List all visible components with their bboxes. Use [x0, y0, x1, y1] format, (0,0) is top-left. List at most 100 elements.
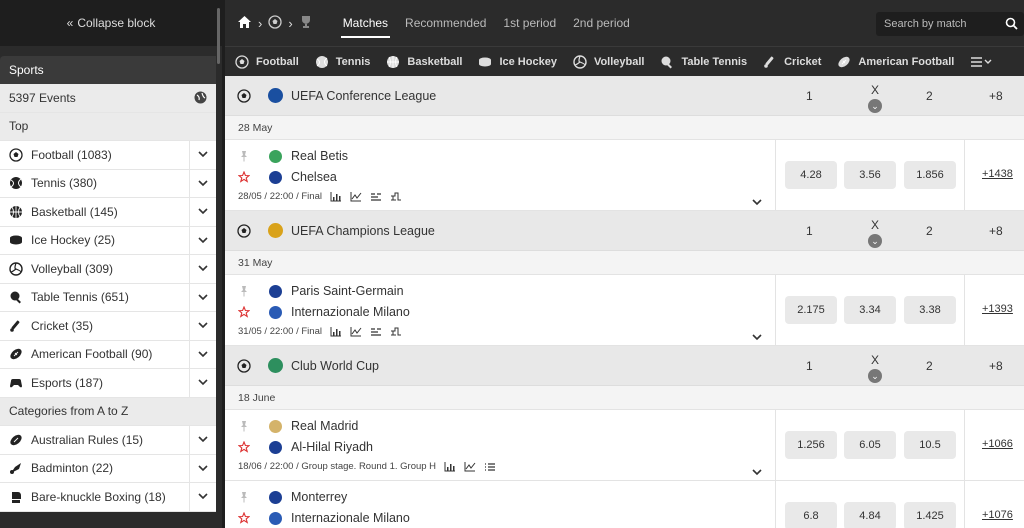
favorite-star-icon[interactable] [237, 440, 251, 456]
more-sports-menu-icon[interactable] [970, 56, 992, 68]
stats-chart-icon[interactable] [330, 326, 342, 337]
favorite-star-icon[interactable] [237, 170, 251, 186]
odds-button-2[interactable]: 1.856 [904, 161, 956, 189]
stats-chart-icon[interactable] [444, 461, 456, 472]
sidebar-item-basketball[interactable]: Basketball (145) [0, 198, 216, 227]
collapse-block-button[interactable]: « Collapse block [0, 0, 222, 46]
pin-icon[interactable] [238, 285, 250, 300]
list-icon[interactable] [484, 462, 496, 472]
tab-2nd-period[interactable]: 2nd period [573, 0, 630, 46]
sport-filter-ice-hockey[interactable]: Ice Hockey [478, 55, 557, 69]
trophy-icon[interactable] [299, 15, 313, 32]
league-logo-icon [268, 88, 283, 103]
chevron-down-icon[interactable] [189, 454, 216, 482]
sidebar-item-boxing[interactable]: Bare-knuckle Boxing (18) [0, 483, 216, 512]
more-markets-count[interactable]: +8 [989, 89, 1003, 103]
match-row[interactable]: Real Betis Chelsea 28/05 / 22:00 / Final 4.… [225, 140, 1024, 211]
odds-button-x[interactable]: 3.56 [844, 161, 896, 189]
chevron-down-icon[interactable]: ⌄ [868, 99, 882, 113]
sport-filter-football[interactable]: Football [235, 54, 299, 69]
chevron-down-icon[interactable]: ⌄ [868, 369, 882, 383]
chevron-down-icon[interactable] [189, 340, 216, 368]
chevron-down-icon[interactable] [189, 426, 216, 454]
odds-button-x[interactable]: 3.34 [844, 296, 896, 324]
favorite-star-icon[interactable] [237, 305, 251, 321]
home-icon[interactable] [237, 15, 252, 32]
chevron-down-icon[interactable] [752, 465, 762, 479]
bracket-icon[interactable] [390, 192, 402, 202]
sport-filter-american-football[interactable]: American Football [837, 55, 954, 69]
more-markets-link[interactable]: +1076 [982, 509, 1013, 521]
line-chart-icon[interactable] [350, 191, 362, 202]
sidebar-item-label: Table Tennis (651) [31, 290, 129, 305]
odds-button-2[interactable]: 3.38 [904, 296, 956, 324]
sidebar-item-volleyball[interactable]: Volleyball (309) [0, 255, 216, 284]
league-header[interactable]: UEFA Champions League 1 X ⌄ 2 +8 [225, 211, 1024, 251]
league-header[interactable]: Club World Cup 1 X ⌄ 2 +8 [225, 346, 1024, 386]
odds-button-2[interactable]: 10.5 [904, 431, 956, 459]
sport-filter-tennis[interactable]: Tennis [315, 55, 370, 69]
sidebar-item-badminton[interactable]: Badminton (22) [0, 454, 216, 483]
chevron-down-icon[interactable] [752, 195, 762, 209]
sidebar-scrollbar[interactable] [217, 8, 220, 64]
football-icon[interactable] [268, 14, 282, 32]
chevron-down-icon[interactable] [189, 283, 216, 311]
sidebar-item-football[interactable]: Football (1083) [0, 141, 216, 170]
table-icon[interactable] [370, 192, 382, 202]
odds-button-1[interactable]: 6.8 [785, 502, 837, 528]
chevron-down-icon[interactable] [189, 141, 216, 169]
football-icon [237, 359, 251, 376]
odds-button-2[interactable]: 1.425 [904, 502, 956, 528]
chevron-down-icon[interactable] [189, 255, 216, 283]
odds-button-x[interactable]: 6.05 [844, 431, 896, 459]
match-row[interactable]: Paris Saint-Germain Internazionale Milano… [225, 275, 1024, 346]
globe-icon[interactable] [194, 91, 207, 107]
sport-filter-cricket[interactable]: Cricket [763, 55, 821, 69]
pin-icon[interactable] [238, 491, 250, 506]
table-icon[interactable] [370, 327, 382, 337]
search-icon[interactable] [1005, 17, 1018, 33]
sidebar-item-ice-hockey[interactable]: Ice Hockey (25) [0, 226, 216, 255]
tab-1st-period[interactable]: 1st period [503, 0, 556, 46]
sidebar-item-table-tennis[interactable]: Table Tennis (651) [0, 283, 216, 312]
league-header[interactable]: UEFA Conference League 1 X ⌄ 2 +8 [225, 76, 1024, 116]
sport-filter-basketball[interactable]: Basketball [386, 55, 462, 69]
more-markets-link[interactable]: +1393 [982, 303, 1013, 315]
chevron-down-icon[interactable] [189, 169, 216, 197]
sport-filter-table-tennis[interactable]: Table Tennis [660, 55, 747, 69]
stats-chart-icon[interactable] [330, 191, 342, 202]
chevron-down-icon[interactable] [189, 312, 216, 340]
chevron-down-icon[interactable] [752, 330, 762, 344]
sidebar-item-esports[interactable]: Esports (187) [0, 369, 216, 398]
more-markets-count[interactable]: +8 [989, 359, 1003, 373]
more-markets-count[interactable]: +8 [989, 224, 1003, 238]
odds-button-1[interactable]: 4.28 [785, 161, 837, 189]
match-row[interactable]: Real Madrid Al-Hilal Riyadh 18/06 / 22:00 … [225, 410, 1024, 481]
match-row[interactable]: Monterrey Internazionale Milano 6.8 4.84 1.4… [225, 481, 1024, 528]
search-input[interactable]: Search by match [876, 12, 1024, 36]
line-chart-icon[interactable] [464, 461, 476, 472]
sidebar-item-australian-rules[interactable]: Australian Rules (15) [0, 426, 216, 455]
favorite-star-icon[interactable] [237, 511, 251, 527]
more-markets-link[interactable]: +1066 [982, 438, 1013, 450]
pin-icon[interactable] [238, 150, 250, 165]
line-chart-icon[interactable] [350, 326, 362, 337]
league-name: Club World Cup [291, 359, 380, 373]
sidebar-item-tennis[interactable]: Tennis (380) [0, 169, 216, 198]
tab-matches[interactable]: Matches [340, 0, 391, 46]
pin-icon[interactable] [238, 420, 250, 435]
tab-recommended[interactable]: Recommended [405, 0, 486, 46]
more-markets-link[interactable]: +1438 [982, 168, 1013, 180]
odds-button-1[interactable]: 1.256 [785, 431, 837, 459]
sidebar-item-cricket[interactable]: Cricket (35) [0, 312, 216, 341]
sport-filter-volleyball[interactable]: Volleyball [573, 54, 644, 69]
chevron-down-icon[interactable] [189, 369, 216, 397]
chevron-down-icon[interactable] [189, 483, 216, 511]
sidebar-item-american-football[interactable]: American Football (90) [0, 340, 216, 369]
chevron-down-icon[interactable] [189, 226, 216, 254]
odds-button-1[interactable]: 2.175 [785, 296, 837, 324]
odds-button-x[interactable]: 4.84 [844, 502, 896, 528]
bracket-icon[interactable] [390, 327, 402, 337]
chevron-down-icon[interactable] [189, 198, 216, 226]
chevron-down-icon[interactable]: ⌄ [868, 234, 882, 248]
